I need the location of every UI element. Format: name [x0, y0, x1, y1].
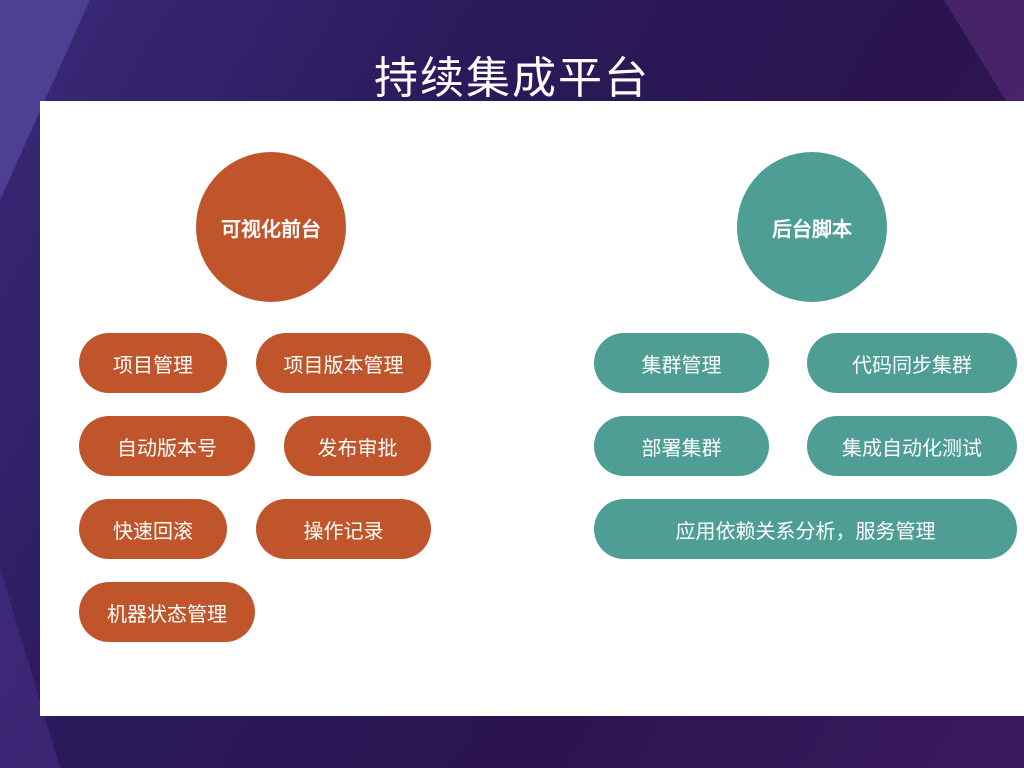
- frontend-heading-label: 可视化前台: [221, 216, 321, 241]
- frontend-item-label: 操作记录: [303, 518, 384, 543]
- backend-item: 集成自动化测试: [807, 416, 1017, 476]
- frontend-item-label: 快速回滚: [113, 518, 193, 543]
- backend-item-label: 代码同步集群: [852, 352, 972, 377]
- frontend-item: 操作记录: [256, 499, 431, 559]
- frontend-item-label: 发布审批: [317, 435, 398, 460]
- backend-item: 应用依赖关系分析，服务管理: [594, 499, 1017, 559]
- frontend-item: 发布审批: [284, 416, 431, 476]
- frontend-item-label: 机器状态管理: [107, 601, 227, 626]
- backend-item-label: 集群管理: [641, 352, 722, 377]
- frontend-item: 项目管理: [79, 333, 227, 393]
- frontend-item: 项目版本管理: [256, 333, 431, 393]
- backend-item-label: 部署集群: [641, 435, 722, 460]
- backend-item: 集群管理: [594, 333, 769, 393]
- backend-item-label: 应用依赖关系分析，服务管理: [675, 518, 936, 543]
- frontend-item: 机器状态管理: [79, 582, 255, 642]
- backend-item-label: 集成自动化测试: [842, 435, 982, 460]
- backend-heading-node: 后台脚本: [737, 152, 887, 302]
- frontend-item-label: 项目版本管理: [283, 352, 404, 377]
- frontend-heading-node: 可视化前台: [196, 152, 346, 302]
- frontend-item: 快速回滚: [79, 499, 227, 559]
- frontend-item-label: 自动版本号: [117, 435, 217, 460]
- slide-title: 持续集成平台: [374, 53, 650, 104]
- diagram-panel: 可视化前台 项目管理 项目版本管理 自动版本号 发布审批 快速回滚 操作记录 机…: [40, 101, 1024, 716]
- backend-item: 部署集群: [594, 416, 769, 476]
- frontend-item: 自动版本号: [79, 416, 255, 476]
- backend-heading-label: 后台脚本: [772, 216, 852, 241]
- backend-item: 代码同步集群: [807, 333, 1017, 393]
- frontend-item-label: 项目管理: [113, 352, 193, 377]
